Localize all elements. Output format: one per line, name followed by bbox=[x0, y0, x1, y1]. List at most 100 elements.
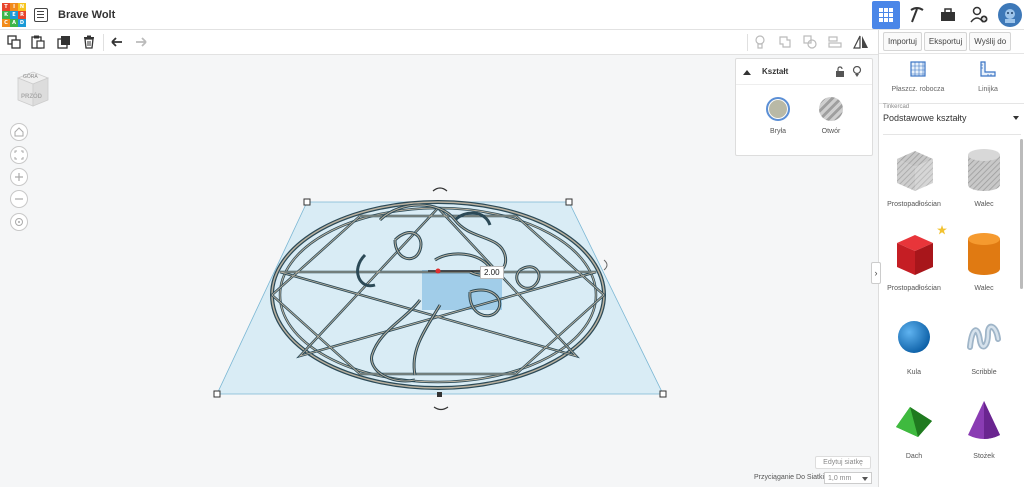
send-to-button[interactable]: Wyślij do bbox=[969, 32, 1012, 51]
codeblocks-button[interactable] bbox=[903, 1, 931, 29]
plus-icon bbox=[15, 173, 23, 181]
undo-button[interactable] bbox=[109, 34, 125, 50]
snap-grid-label: Przyciąganie Do Siatki bbox=[754, 474, 825, 481]
roof-green-icon bbox=[896, 407, 932, 437]
view-cube[interactable]: GÓRA PRZÓD bbox=[16, 70, 50, 108]
edit-grid-button[interactable]: Edytuj siatkę bbox=[815, 456, 871, 469]
design-list-icon[interactable] bbox=[34, 7, 48, 22]
workplane-canvas[interactable] bbox=[200, 180, 680, 415]
collapse-panel-button[interactable]: › bbox=[871, 262, 881, 284]
shape-box-gray[interactable]: Prostopadłościan bbox=[879, 137, 949, 221]
home-view-button[interactable] bbox=[10, 123, 28, 141]
origin-marker bbox=[435, 268, 441, 274]
snap-grid-value: 1,0 mm bbox=[828, 475, 852, 482]
dimension-label[interactable]: 2.00 bbox=[480, 266, 504, 279]
ruler-button[interactable]: Linijka bbox=[953, 60, 1023, 93]
sphere-blue-icon bbox=[898, 321, 930, 353]
shape-cylinder-orange[interactable]: Walec bbox=[949, 221, 1019, 305]
library-source: Tinkercad bbox=[883, 104, 910, 110]
shape-scribble[interactable]: Scribble bbox=[949, 305, 1019, 389]
solid-option[interactable]: Bryła bbox=[758, 97, 798, 135]
logo-letter: R bbox=[18, 10, 26, 19]
view-cube-top-label[interactable]: GÓRA bbox=[23, 74, 38, 80]
duplicate-icon bbox=[57, 36, 70, 49]
view-cube-front-label[interactable]: PRZÓD bbox=[21, 94, 42, 100]
ruler-label: Linijka bbox=[978, 86, 998, 93]
shape-name: Dach bbox=[905, 453, 923, 460]
logo-letter: E bbox=[10, 10, 18, 19]
lock-icon[interactable] bbox=[835, 66, 845, 78]
group-button[interactable] bbox=[777, 34, 793, 50]
ungroup-button[interactable] bbox=[802, 34, 818, 50]
import-button[interactable]: Importuj bbox=[883, 32, 922, 51]
shape-sphere-blue[interactable]: Kula bbox=[879, 305, 949, 389]
shape-roof-green[interactable]: Dach bbox=[879, 389, 949, 473]
divider bbox=[883, 134, 1021, 135]
shape-name: Walec bbox=[974, 285, 994, 292]
grid-view-icon bbox=[879, 8, 893, 22]
zoom-in-button[interactable] bbox=[10, 168, 28, 186]
workplane-button[interactable]: Płaszcz. robocza bbox=[883, 60, 953, 93]
briefcase-icon bbox=[941, 8, 955, 21]
chevron-down-icon bbox=[862, 477, 868, 481]
solid-swatch[interactable] bbox=[766, 97, 790, 121]
lightbulb-icon bbox=[755, 35, 765, 49]
group-icon bbox=[779, 36, 791, 48]
paste-button[interactable] bbox=[30, 34, 46, 50]
projects-button[interactable] bbox=[934, 1, 962, 29]
file-actions: Importuj Eksportuj Wyślij do bbox=[879, 30, 1024, 54]
shape-name: Walec bbox=[974, 201, 994, 208]
shape-name: Prostopadłościan bbox=[887, 201, 941, 208]
minus-icon bbox=[15, 198, 23, 200]
shape-cylinder-gray[interactable]: Walec bbox=[949, 137, 1019, 221]
grid-view-button[interactable] bbox=[872, 1, 900, 29]
export-button[interactable]: Eksportuj bbox=[923, 32, 968, 51]
shape-cone-purple[interactable]: Stożek bbox=[949, 389, 1019, 473]
delete-button[interactable] bbox=[81, 34, 97, 50]
edit-toolbar bbox=[0, 30, 878, 55]
favorite-star-icon[interactable] bbox=[937, 225, 947, 235]
fit-view-button[interactable] bbox=[10, 146, 28, 164]
show-all-button[interactable] bbox=[752, 34, 768, 50]
collapse-inspector-button[interactable] bbox=[743, 70, 751, 75]
toolbar-divider bbox=[747, 34, 748, 51]
hole-option[interactable]: Otwór bbox=[811, 97, 851, 135]
logo-letter: T bbox=[2, 2, 10, 11]
perspective-button[interactable] bbox=[10, 213, 28, 231]
light-icon[interactable] bbox=[852, 66, 862, 78]
mirror-button[interactable] bbox=[853, 34, 869, 50]
align-button[interactable] bbox=[827, 34, 843, 50]
perspective-icon bbox=[15, 218, 23, 226]
logo-letter: I bbox=[10, 2, 18, 11]
ungroup-icon bbox=[803, 35, 817, 49]
logo-letter: C bbox=[2, 18, 10, 27]
top-bar: TINKERCAD Brave Wolt bbox=[0, 0, 1024, 30]
rotate-handle-bottom bbox=[433, 406, 449, 411]
user-avatar[interactable] bbox=[998, 3, 1022, 27]
cylinder-gray-icon bbox=[968, 149, 1000, 191]
zoom-out-button[interactable] bbox=[10, 190, 28, 208]
ruler-icon bbox=[980, 61, 996, 77]
shape-box-red[interactable]: Prostopadłościan bbox=[879, 221, 949, 305]
shape-name: Kula bbox=[906, 369, 921, 376]
tinkercad-logo[interactable]: TINKERCAD bbox=[2, 2, 26, 27]
hole-swatch[interactable] bbox=[819, 97, 843, 121]
redo-button[interactable] bbox=[133, 34, 149, 50]
shape-name: Stożek bbox=[973, 453, 995, 460]
undo-icon bbox=[111, 37, 122, 47]
snap-grid-select[interactable]: 1,0 mm bbox=[824, 472, 872, 484]
duplicate-button[interactable] bbox=[56, 34, 72, 50]
panel-scrollbar[interactable] bbox=[1020, 139, 1023, 289]
design-title[interactable]: Brave Wolt bbox=[58, 9, 115, 21]
shape-library-select[interactable]: Tinkercad Podstawowe kształty bbox=[883, 104, 1021, 132]
copy-button[interactable] bbox=[6, 34, 22, 50]
shape-name: Prostopadłościan bbox=[887, 285, 941, 292]
right-panel: Importuj Eksportuj Wyślij do Płaszcz. ro… bbox=[878, 30, 1024, 487]
paste-icon bbox=[31, 35, 45, 49]
cylinder-orange-icon bbox=[968, 233, 1000, 275]
align-icon bbox=[828, 36, 842, 48]
add-user-button[interactable] bbox=[965, 1, 993, 29]
inspector-header: Kształt bbox=[736, 59, 872, 85]
scribble-icon bbox=[967, 323, 1001, 350]
logo-letter: K bbox=[2, 10, 10, 19]
